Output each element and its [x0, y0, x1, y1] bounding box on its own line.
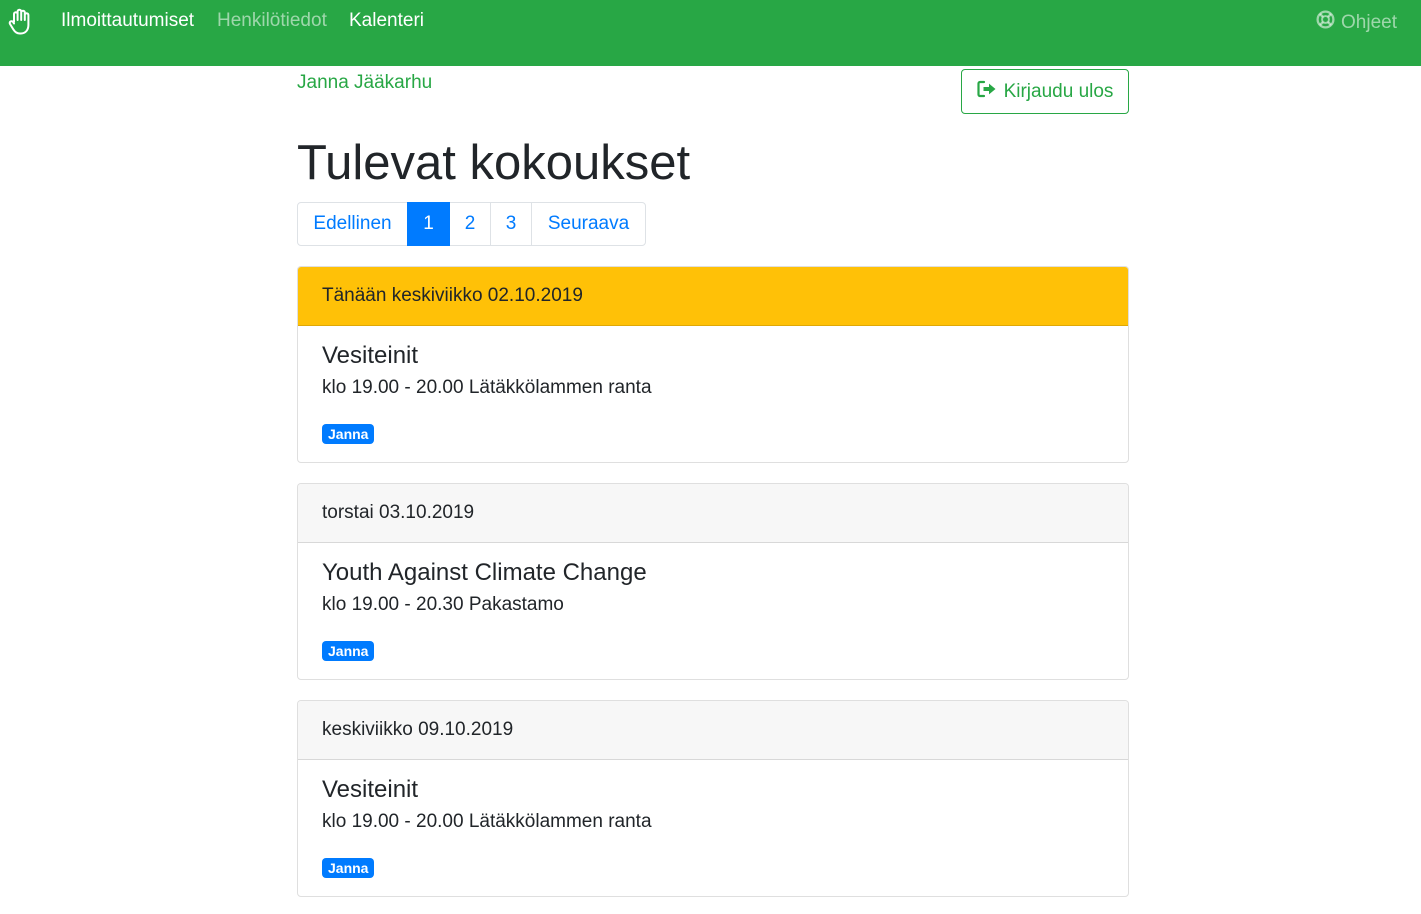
meeting-title[interactable]: Vesiteinit — [322, 342, 418, 370]
help-link[interactable]: Ohjeet — [1316, 10, 1397, 35]
pagination-page-3[interactable]: 3 — [490, 202, 532, 246]
username-link[interactable]: Janna Jääkarhu — [297, 72, 432, 94]
meeting-card: keskiviikko 09.10.2019 Vesiteinit klo 19… — [297, 700, 1129, 897]
meeting-details: klo 19.00 - 20.00 Lätäkkölammen ranta — [322, 377, 652, 398]
hand-icon[interactable] — [8, 8, 34, 36]
meeting-details: klo 19.00 - 20.00 Lätäkkölammen ranta — [322, 811, 652, 832]
pagination-page-2[interactable]: 2 — [449, 202, 491, 246]
pagination-previous[interactable]: Edellinen — [297, 202, 408, 246]
participant-badge[interactable]: Janna — [322, 858, 375, 878]
top-navbar: Ilmoittautumiset Henkilötiedot Kalenteri… — [0, 0, 1421, 66]
sign-out-icon — [976, 80, 997, 104]
meeting-date-header: Tänään keskiviikko 02.10.2019 — [298, 267, 1128, 326]
meeting-title[interactable]: Vesiteinit — [322, 776, 418, 804]
meeting-card: Tänään keskiviikko 02.10.2019 Vesiteinit… — [297, 266, 1129, 463]
nav-link-ilmoittautumiset[interactable]: Ilmoittautumiset — [61, 10, 194, 32]
meeting-details: klo 19.00 - 20.30 Pakastamo — [322, 594, 564, 615]
page-title: Tulevat kokoukset — [297, 136, 691, 190]
participant-badge[interactable]: Janna — [322, 641, 375, 661]
pagination-next[interactable]: Seuraava — [531, 202, 646, 246]
help-label: Ohjeet — [1341, 11, 1397, 33]
meeting-title[interactable]: Youth Against Climate Change — [322, 559, 647, 587]
logout-label: Kirjaudu ulos — [1003, 80, 1114, 102]
lifebuoy-icon — [1316, 10, 1335, 35]
participant-badge[interactable]: Janna — [322, 424, 375, 444]
meeting-date-header: keskiviikko 09.10.2019 — [298, 701, 1128, 760]
meeting-card: torstai 03.10.2019 Youth Against Climate… — [297, 483, 1129, 680]
meeting-date-header: torstai 03.10.2019 — [298, 484, 1128, 543]
logout-button[interactable]: Kirjaudu ulos — [961, 69, 1129, 114]
nav-link-kalenteri[interactable]: Kalenteri — [349, 10, 424, 32]
pagination-page-1[interactable]: 1 — [407, 202, 450, 246]
pagination: Edellinen 1 2 3 Seuraava — [297, 202, 646, 246]
nav-link-henkilotiedot[interactable]: Henkilötiedot — [217, 10, 327, 32]
